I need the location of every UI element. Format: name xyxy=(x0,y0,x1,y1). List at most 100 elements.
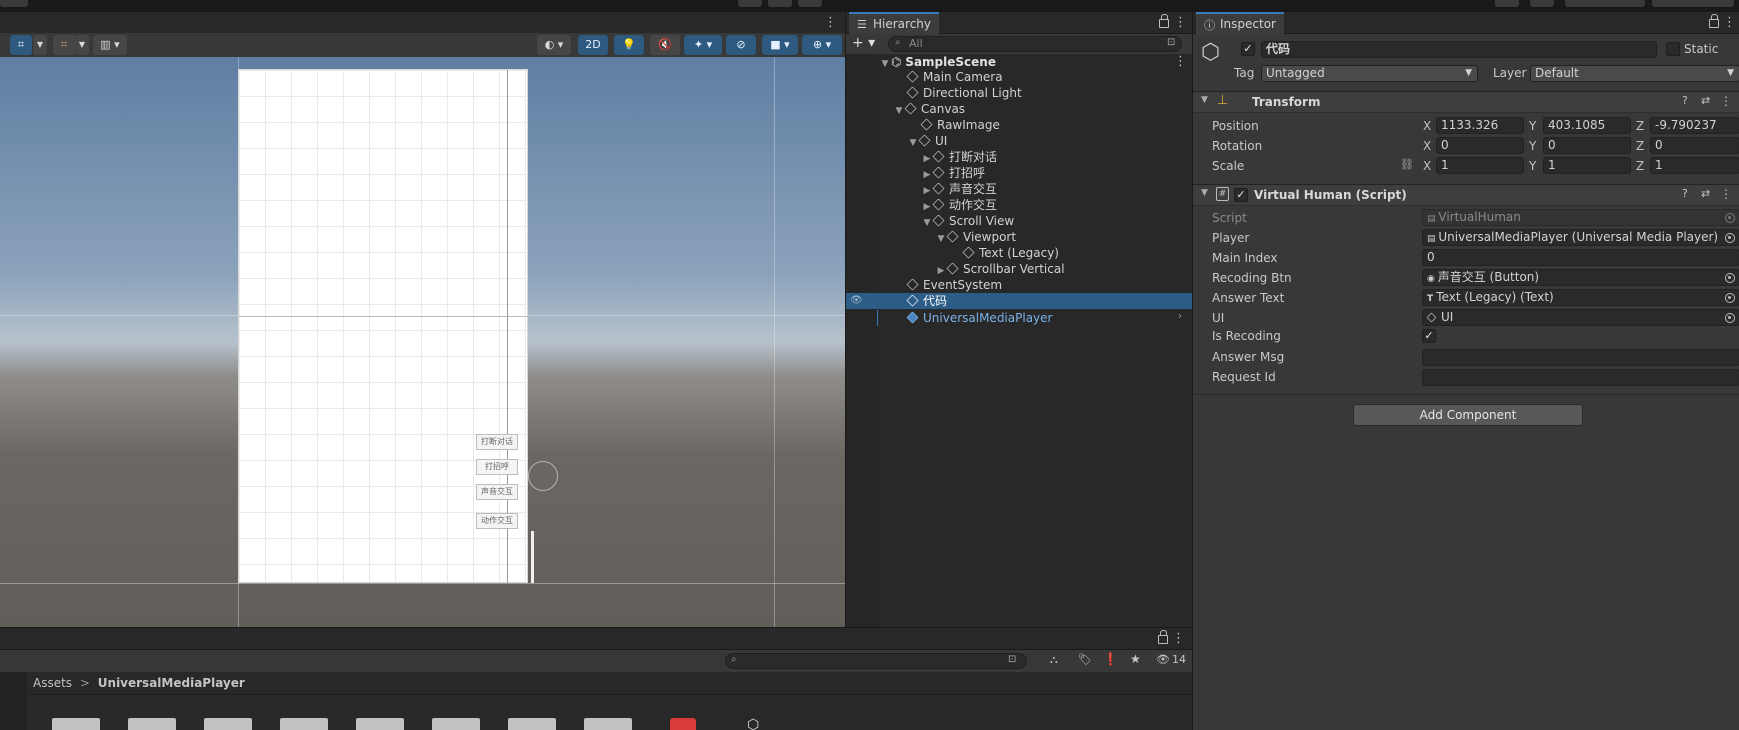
help-icon[interactable]: ? xyxy=(1682,94,1688,107)
lock-icon[interactable] xyxy=(1709,14,1719,28)
rect-pivot-gizmo[interactable] xyxy=(528,461,558,491)
tag-dropdown[interactable]: Untagged ▼ xyxy=(1261,65,1478,82)
list-item[interactable]: Directional Light xyxy=(906,85,1022,101)
player-field[interactable]: ▤ UniversalMediaPlayer (Universal Media … xyxy=(1422,229,1739,246)
main-index-field[interactable]: 0 xyxy=(1422,249,1739,266)
object-picker-icon[interactable] xyxy=(1725,233,1735,243)
folder-icon[interactable] xyxy=(204,714,252,730)
folder-icon[interactable] xyxy=(508,714,556,730)
chevron-down-icon[interactable]: ▼ xyxy=(894,103,904,119)
position-x-field[interactable]: 1133.326 xyxy=(1436,117,1524,134)
pause-button[interactable] xyxy=(768,0,792,7)
canvas-button-voice[interactable]: 声音交互 xyxy=(476,484,518,500)
position-z-field[interactable]: -9.790237 xyxy=(1650,117,1739,134)
create-button[interactable]: + ▾ xyxy=(852,35,880,52)
active-checkbox[interactable]: ✓ xyxy=(1241,42,1255,56)
answer-text-field[interactable]: T Text (Legacy) (Text) xyxy=(1422,289,1739,306)
chevron-down-icon[interactable]: ▼ xyxy=(33,35,47,55)
constrain-proportions-icon[interactable]: ⛓ xyxy=(1400,158,1414,171)
inspector-menu-icon[interactable]: ⋮ xyxy=(1723,16,1736,30)
breadcrumb-current[interactable]: UniversalMediaPlayer xyxy=(98,676,245,690)
ui-canvas[interactable]: 打断对话 打招呼 声音交互 动作交互 xyxy=(238,69,529,584)
increment-snap-icon[interactable]: ▥ ▾ xyxy=(93,35,127,55)
list-item[interactable]: Main Camera xyxy=(906,69,1003,85)
folder-icon[interactable] xyxy=(128,714,176,730)
pdf-file-icon[interactable] xyxy=(670,718,696,730)
component-menu-icon[interactable]: ⋮ xyxy=(1720,187,1732,201)
filter-by-label-icon[interactable]: 🏷 xyxy=(1078,653,1092,666)
warning-icon[interactable]: ❗ xyxy=(1103,652,1118,666)
rotation-y-field[interactable]: 0 xyxy=(1543,137,1631,154)
step-button[interactable] xyxy=(798,0,822,7)
layers-dropdown[interactable] xyxy=(1565,0,1645,7)
list-item[interactable]: ▼ Viewport xyxy=(936,229,1017,247)
project-search[interactable]: ⌕ ⊡ xyxy=(725,653,1027,669)
list-item[interactable]: RawImage xyxy=(920,117,1000,133)
list-item[interactable]: ▶ 打断对话 xyxy=(922,149,997,165)
lighting-icon[interactable]: 💡 xyxy=(614,35,644,55)
script-component-header[interactable]: ▼ # ✓ Virtual Human (Script) ? ⇄ ⋮ xyxy=(1193,184,1739,206)
camera-icon[interactable]: ■ ▾ xyxy=(762,35,798,55)
list-item[interactable]: ▼ UI xyxy=(908,133,948,151)
lock-icon[interactable] xyxy=(1159,14,1169,28)
list-item[interactable]: ▼ Scroll View xyxy=(922,213,1015,231)
object-name-field[interactable]: 代码 xyxy=(1261,41,1657,58)
list-item[interactable]: ▶ 动作交互 xyxy=(922,197,997,213)
preset-icon[interactable]: ⇄ xyxy=(1701,187,1710,200)
scene-viewport[interactable]: 打断对话 打招呼 声音交互 动作交互 xyxy=(0,57,845,627)
static-checkbox[interactable] xyxy=(1666,42,1680,56)
chevron-down-icon[interactable]: ▼ xyxy=(75,35,89,55)
effects-icon[interactable]: ✦ ▾ xyxy=(684,35,722,55)
rotation-z-field[interactable]: 0 xyxy=(1650,137,1739,154)
layer-dropdown[interactable]: Default ▼ xyxy=(1530,65,1739,82)
toolbar-button[interactable] xyxy=(0,0,28,7)
chevron-down-icon[interactable]: ▼ xyxy=(1201,188,1208,198)
folder-icon[interactable] xyxy=(356,714,404,730)
component-menu-icon[interactable]: ⋮ xyxy=(1720,94,1732,108)
scale-y-field[interactable]: 1 xyxy=(1543,157,1631,174)
list-item[interactable]: Text (Legacy) xyxy=(962,245,1059,261)
answer-msg-field[interactable] xyxy=(1422,349,1739,366)
list-item[interactable]: ▼ Canvas xyxy=(894,101,966,119)
tab-hierarchy[interactable]: ☰ Hierarchy xyxy=(849,12,940,34)
list-item[interactable]: ▶ 声音交互 xyxy=(922,181,997,197)
filter-icon[interactable]: ⊡ xyxy=(1167,37,1175,48)
chevron-right-icon[interactable]: › xyxy=(1178,311,1182,322)
scale-x-field[interactable]: 1 xyxy=(1436,157,1524,174)
chevron-down-icon[interactable]: ▼ xyxy=(880,56,890,72)
preset-icon[interactable]: ⇄ xyxy=(1701,94,1710,107)
folder-icon[interactable] xyxy=(280,714,328,730)
canvas-button-greet[interactable]: 打招呼 xyxy=(476,459,518,475)
play-button[interactable] xyxy=(738,0,762,7)
help-icon[interactable]: ? xyxy=(1682,187,1688,200)
transform-tool-icon[interactable]: ⌗ xyxy=(10,35,32,55)
chevron-down-icon[interactable]: ▼ xyxy=(936,231,946,247)
filter-by-type-icon[interactable]: ⛬ xyxy=(1050,653,1058,667)
folder-icon[interactable] xyxy=(52,714,100,730)
canvas-button-interrupt[interactable]: 打断对话 xyxy=(476,434,518,450)
prefab-asset-icon[interactable]: ⬡ xyxy=(747,718,773,730)
list-item[interactable]: UniversalMediaPlayer xyxy=(906,310,1052,326)
search-button[interactable] xyxy=(1530,0,1554,7)
gizmos-icon[interactable]: ⊕ ▾ xyxy=(802,35,842,55)
grid-snap-icon[interactable]: ⌗ xyxy=(53,35,75,55)
chevron-down-icon[interactable]: ▼ xyxy=(922,215,932,231)
draw-mode-icon[interactable]: ◐ ▾ xyxy=(537,35,571,55)
position-y-field[interactable]: 403.1085 xyxy=(1543,117,1631,134)
history-button[interactable] xyxy=(1495,0,1519,7)
hierarchy-search[interactable]: ⌕ All ⊡ xyxy=(888,36,1182,52)
save-search-icon[interactable]: ⊡ xyxy=(1008,654,1016,665)
visibility-icon[interactable]: ⊘ xyxy=(726,35,756,55)
project-menu-icon[interactable]: ⋮ xyxy=(1172,632,1185,646)
hierarchy-menu-icon[interactable]: ⋮ xyxy=(1174,16,1187,30)
chevron-down-icon[interactable]: ▼ xyxy=(908,135,918,151)
object-picker-icon[interactable] xyxy=(1725,293,1735,303)
scale-z-field[interactable]: 1 xyxy=(1650,157,1739,174)
ui-field[interactable]: UI xyxy=(1422,309,1739,326)
breadcrumb-root[interactable]: Assets xyxy=(33,676,72,690)
layout-dropdown[interactable] xyxy=(1652,0,1734,7)
component-enabled-checkbox[interactable]: ✓ xyxy=(1234,188,1248,202)
is-recoding-checkbox[interactable]: ✓ xyxy=(1422,329,1436,343)
hidden-packages-icon[interactable]: 👁 xyxy=(1156,653,1170,666)
tab-inspector[interactable]: ⓘ Inspector xyxy=(1196,12,1284,34)
